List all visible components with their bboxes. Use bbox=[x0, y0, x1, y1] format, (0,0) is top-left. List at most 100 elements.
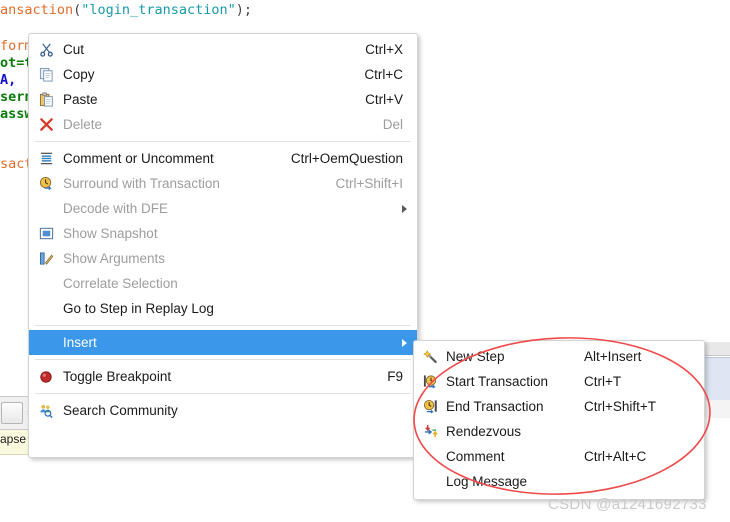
menu-item-label: Copy bbox=[63, 67, 95, 82]
menu-item-icon-slot bbox=[29, 171, 63, 196]
menu-item-icon-slot bbox=[29, 221, 63, 246]
toolbar-button-1[interactable] bbox=[1, 402, 23, 424]
code-line: A, bbox=[0, 72, 16, 88]
menu-item-shortcut: Ctrl+C bbox=[364, 67, 403, 82]
menu-separator bbox=[35, 141, 411, 142]
menu-item-label: Delete bbox=[63, 117, 103, 132]
menu-item-copy[interactable]: Copy Ctrl+C bbox=[29, 62, 417, 87]
menu-item-show-arguments[interactable]: Show Arguments bbox=[29, 246, 417, 271]
menu-separator bbox=[35, 393, 411, 394]
menu-item-shortcut: Ctrl+Shift+I bbox=[335, 176, 403, 191]
menu-item-label: Go to Step in Replay Log bbox=[63, 301, 214, 316]
menu-item-label: Log Message bbox=[446, 474, 528, 489]
end-transaction-icon bbox=[423, 399, 438, 414]
menu-item-shortcut: Ctrl+Alt+C bbox=[584, 449, 647, 464]
menu-item-label: Comment bbox=[446, 449, 505, 464]
menu-item-rendezvous[interactable]: Rendezvous bbox=[414, 419, 704, 444]
menu-item-label: New Step bbox=[446, 349, 505, 364]
menu-item-icon-slot bbox=[29, 112, 63, 137]
menu-item-insert[interactable]: Insert bbox=[29, 330, 417, 355]
menu-item-icon-slot bbox=[29, 364, 63, 389]
watermark-text: CSDN @a1241692733 bbox=[548, 496, 707, 513]
menu-item-label: Paste bbox=[63, 92, 98, 107]
menu-item-shortcut: Alt+Insert bbox=[584, 349, 642, 364]
breakpoint-icon bbox=[39, 370, 53, 384]
new-step-icon bbox=[422, 349, 438, 364]
menu-item-icon-slot bbox=[29, 37, 63, 62]
menu-item-label: Show Arguments bbox=[63, 251, 166, 266]
menu-item-icon-slot bbox=[29, 246, 63, 271]
menu-item-icon-slot bbox=[29, 398, 63, 423]
clock-arrow-icon bbox=[39, 176, 54, 191]
menu-item-paste[interactable]: Paste Ctrl+V bbox=[29, 87, 417, 112]
code-token: ; bbox=[243, 2, 253, 18]
menu-item-label: Rendezvous bbox=[446, 424, 522, 439]
delete-x-icon bbox=[39, 117, 54, 132]
menu-item-label: Comment or Uncomment bbox=[63, 151, 214, 166]
submenu-chevron-right-icon bbox=[402, 205, 407, 213]
menu-item-new-step[interactable]: New Step Alt+Insert bbox=[414, 344, 704, 369]
menu-item-comment[interactable]: Comment Ctrl+Alt+C bbox=[414, 444, 704, 469]
menu-item-show-snapshot[interactable]: Show Snapshot bbox=[29, 221, 417, 246]
menu-item-cut[interactable]: Cut Ctrl+X bbox=[29, 37, 417, 62]
paste-icon bbox=[39, 92, 54, 107]
menu-item-comment-or-uncomment[interactable]: Comment or Uncomment Ctrl+OemQuestion bbox=[29, 146, 417, 171]
menu-item-start-transaction[interactable]: Start Transaction Ctrl+T bbox=[414, 369, 704, 394]
collapse-label: apse bbox=[0, 432, 27, 446]
comment-lines-icon bbox=[39, 151, 54, 166]
menu-item-icon-slot bbox=[29, 87, 63, 112]
context-menu[interactable]: Cut Ctrl+X Copy Ctrl+C Paste Ctrl+V Delete D… bbox=[28, 33, 418, 458]
menu-item-shortcut: Ctrl+Shift+T bbox=[584, 399, 657, 414]
screenshot-root: ansaction("login_transaction"); form ot=t A… bbox=[0, 0, 730, 522]
insert-submenu[interactable]: New Step Alt+Insert Start Transaction Ctrl… bbox=[413, 340, 705, 500]
menu-item-shortcut: Ctrl+OemQuestion bbox=[290, 151, 403, 166]
menu-item-label: Search Community bbox=[63, 403, 178, 418]
menu-item-shortcut: Del bbox=[382, 117, 403, 132]
start-transaction-icon bbox=[423, 374, 438, 389]
code-line: ansaction("login_transaction"); bbox=[0, 2, 252, 18]
menu-item-label: End Transaction bbox=[446, 399, 544, 414]
arguments-icon bbox=[39, 251, 54, 266]
scissors-icon bbox=[39, 42, 54, 57]
menu-item-icon-slot bbox=[414, 344, 446, 369]
menu-item-icon-slot bbox=[29, 296, 63, 321]
menu-item-icon-slot bbox=[414, 394, 446, 419]
menu-item-icon-slot bbox=[29, 196, 63, 221]
menu-item-label: Show Snapshot bbox=[63, 226, 158, 241]
menu-item-end-transaction[interactable]: End Transaction Ctrl+Shift+T bbox=[414, 394, 704, 419]
menu-item-go-to-step-in-replay-log[interactable]: Go to Step in Replay Log bbox=[29, 296, 417, 321]
menu-item-shortcut: Ctrl+V bbox=[365, 92, 403, 107]
menu-item-delete[interactable]: Delete Del bbox=[29, 112, 417, 137]
menu-item-search-community[interactable]: Search Community bbox=[29, 398, 417, 423]
menu-item-icon-slot bbox=[414, 369, 446, 394]
menu-item-label: Start Transaction bbox=[446, 374, 549, 389]
menu-item-label: Decode with DFE bbox=[63, 201, 169, 216]
menu-item-decode-with-dfe[interactable]: Decode with DFE bbox=[29, 196, 417, 221]
submenu-chevron-right-icon bbox=[402, 339, 407, 347]
menu-item-icon-slot bbox=[414, 469, 446, 494]
menu-item-correlate-selection[interactable]: Correlate Selection bbox=[29, 271, 417, 296]
menu-item-surround-with-transaction[interactable]: Surround with Transaction Ctrl+Shift+I bbox=[29, 171, 417, 196]
snapshot-icon bbox=[39, 226, 54, 241]
menu-item-icon-slot bbox=[29, 146, 63, 171]
menu-item-icon-slot bbox=[29, 330, 63, 355]
menu-item-icon-slot bbox=[414, 444, 446, 469]
menu-separator bbox=[35, 325, 411, 326]
menu-item-shortcut: Ctrl+X bbox=[365, 42, 403, 57]
menu-item-label: Insert bbox=[63, 335, 97, 350]
menu-item-label: Cut bbox=[63, 42, 85, 57]
menu-item-icon-slot bbox=[29, 271, 63, 296]
menu-item-icon-slot bbox=[29, 62, 63, 87]
rendezvous-icon bbox=[423, 424, 438, 439]
copy-icon bbox=[39, 67, 54, 82]
menu-item-toggle-breakpoint[interactable]: Toggle Breakpoint F9 bbox=[29, 364, 417, 389]
menu-item-label: Surround with Transaction bbox=[63, 176, 220, 191]
menu-item-label: Toggle Breakpoint bbox=[63, 369, 172, 384]
menu-item-shortcut: Ctrl+T bbox=[584, 374, 622, 389]
menu-item-label: Correlate Selection bbox=[63, 276, 178, 291]
code-token: ) bbox=[235, 2, 244, 18]
code-token: ansaction bbox=[0, 2, 74, 18]
code-token: A, bbox=[0, 72, 17, 88]
community-icon bbox=[39, 403, 54, 418]
menu-item-log-message[interactable]: Log Message bbox=[414, 469, 704, 494]
